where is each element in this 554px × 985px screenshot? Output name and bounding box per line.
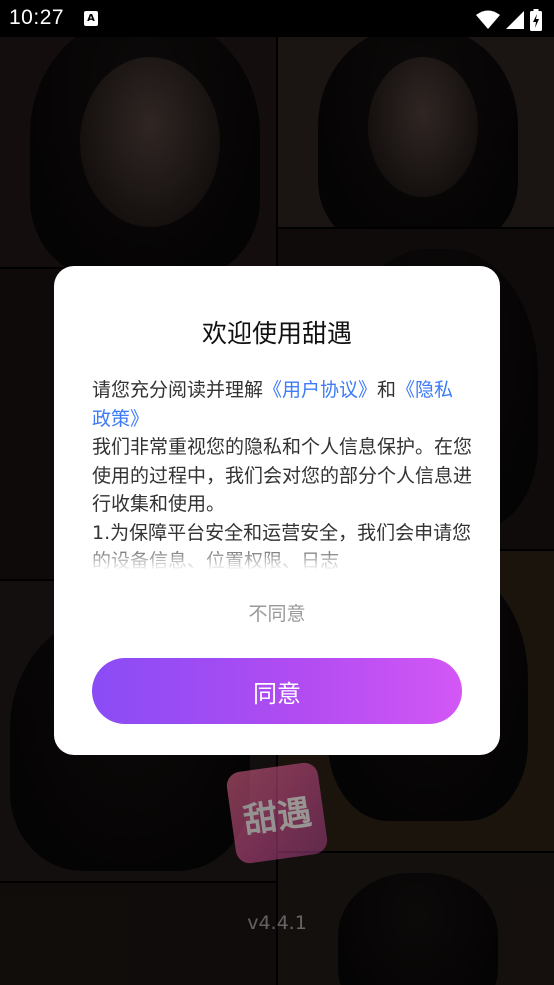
status-time: 10:27 [9, 6, 65, 29]
scroll-fade [54, 541, 500, 581]
wifi-icon [476, 10, 500, 29]
intro-and: 和 [377, 379, 397, 401]
user-agreement-link[interactable]: 《用户协议》 [263, 379, 377, 401]
agree-button[interactable]: 同意 [92, 658, 462, 724]
dialog-title: 欢迎使用甜遇 [201, 319, 352, 348]
status-icons [476, 9, 542, 31]
privacy-paragraph-1: 我们非常重视您的隐私和个人信息保护。在您使用的过程中，我们会对您的部分个人信息进… [92, 436, 472, 515]
signal-icon [506, 11, 524, 29]
privacy-dialog: 欢迎使用甜遇 请您充分阅读并理解《用户协议》和《隐私政策》 我们非常重视您的隐私… [54, 266, 500, 755]
app-logo: 甜遇 [225, 761, 329, 865]
intro-prefix: 请您充分阅读并理解 [92, 379, 264, 401]
app-version: v4.4.1 [247, 912, 307, 934]
battery-icon [530, 9, 542, 31]
notification-a-icon: A [84, 11, 98, 26]
disagree-button[interactable]: 不同意 [54, 599, 500, 626]
status-bar: 10:27 A [0, 0, 554, 37]
intro-line: 请您充分阅读并理解《用户协议》和《隐私政策》 [92, 376, 472, 433]
